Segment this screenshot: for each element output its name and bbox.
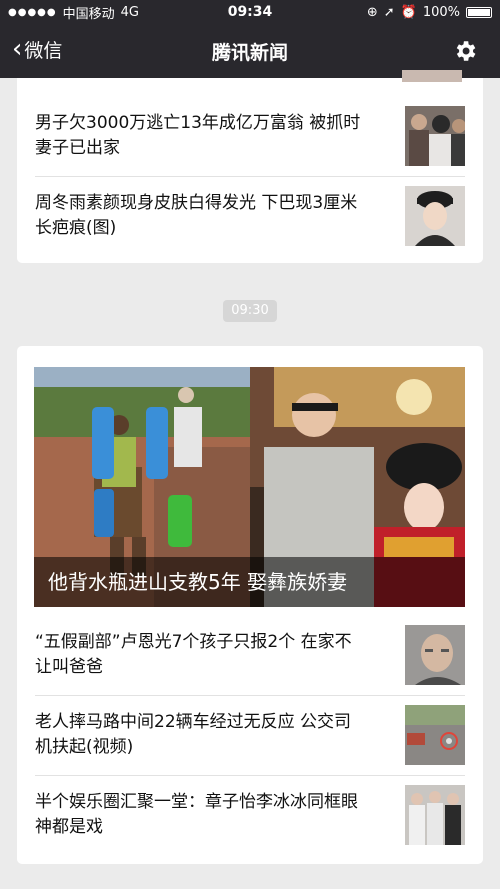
news-item[interactable]: 老人摔马路中间22辆车经过无反应 公交司机扶起(视频) bbox=[35, 695, 465, 775]
news-item-thumbnail bbox=[405, 625, 465, 685]
news-item-title: 老人摔马路中间22辆车经过无反应 公交司机扶起(视频) bbox=[35, 712, 352, 757]
portrait-photo bbox=[405, 625, 465, 685]
news-item-thumbnail bbox=[405, 785, 465, 845]
status-bar: ●●●●● 中国移动 4G 09:34 ⊕ ➚ ⏰ 100% bbox=[0, 0, 500, 24]
news-card: 他背水瓶进山支教5年 娶彝族娇妻 “五假副部”卢恩光7个孩子只报2个 在家不让叫… bbox=[17, 346, 483, 864]
hero-news[interactable]: 他背水瓶进山支教5年 娶彝族娇妻 bbox=[34, 367, 465, 607]
battery-percent: 100% bbox=[422, 4, 460, 20]
gear-icon[interactable] bbox=[452, 38, 478, 64]
news-item[interactable]: 半个娱乐圈汇聚一堂：章子怡李冰冰同框眼神都是戏 bbox=[35, 775, 465, 855]
message-timestamp: 09:30 bbox=[223, 300, 277, 322]
news-item-title: 半个娱乐圈汇聚一堂：章子怡李冰冰同框眼神都是戏 bbox=[35, 792, 358, 837]
news-item-thumbnail bbox=[405, 705, 465, 765]
news-item[interactable]: 男子欠3000万逃亡13年成亿万富翁 被抓时妻子已出家 bbox=[35, 96, 465, 176]
news-item-title: 男子欠3000万逃亡13年成亿万富翁 被抓时妻子已出家 bbox=[35, 113, 361, 158]
news-item-thumbnail bbox=[405, 106, 465, 166]
crowd-photo bbox=[405, 106, 465, 166]
news-card-previous: 男子欠3000万逃亡13年成亿万富翁 被抓时妻子已出家 周冬雨素颜现身皮肤白得发… bbox=[17, 70, 483, 263]
news-item-thumbnail bbox=[405, 186, 465, 246]
hero-caption: 他背水瓶进山支教5年 娶彝族娇妻 bbox=[34, 557, 465, 607]
lock-rotation-icon: ⊕ bbox=[366, 4, 378, 20]
top-bar: ●●●●● 中国移动 4G 09:34 ⊕ ➚ ⏰ 100% ‹ 微信 腾讯新闻 bbox=[0, 0, 500, 78]
news-item-title: 周冬雨素颜现身皮肤白得发光 下巴现3厘米长疤痕(图) bbox=[35, 193, 358, 238]
thumbnail-edge bbox=[402, 70, 462, 82]
group-photo bbox=[405, 785, 465, 845]
news-item[interactable]: 周冬雨素颜现身皮肤白得发光 下巴现3厘米长疤痕(图) bbox=[35, 176, 465, 256]
alarm-icon: ⏰ bbox=[400, 4, 417, 20]
news-item-title: “五假副部”卢恩光7个孩子只报2个 在家不让叫爸爸 bbox=[35, 632, 352, 677]
location-icon: ➚ bbox=[383, 4, 395, 20]
page-title: 腾讯新闻 bbox=[211, 42, 288, 64]
street-photo bbox=[405, 705, 465, 765]
battery-icon bbox=[466, 6, 492, 18]
portrait-photo bbox=[405, 186, 465, 246]
news-item[interactable]: “五假副部”卢恩光7个孩子只报2个 在家不让叫爸爸 bbox=[35, 615, 465, 695]
